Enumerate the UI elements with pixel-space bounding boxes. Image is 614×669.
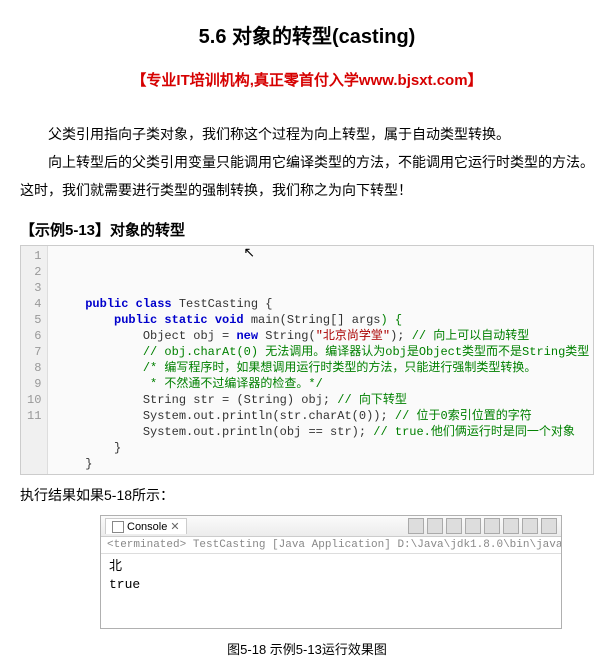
promo-banner: 【专业IT培训机构,真正零首付入学www.bjsxt.com】 [20,69,594,90]
example-label: 【示例5-13】对象的转型 [20,219,594,240]
paragraph-2: 向上转型后的父类引用变量只能调用它编译类型的方法，不能调用它运行时类型的方法。这… [20,148,594,204]
tool-icon-6[interactable] [503,518,519,534]
cursor-icon: ↖ [243,246,255,262]
code-block: 1234567891011 public class TestCasting {… [20,245,594,475]
page-title: 5.6 对象的转型(casting) [20,20,594,49]
tool-icon-1[interactable] [408,518,424,534]
console-status: <terminated> TestCasting [Java Applicati… [101,537,561,554]
tool-icon-7[interactable] [522,518,538,534]
code-gutter: 1234567891011 [21,246,48,474]
tool-icon-5[interactable] [484,518,500,534]
console-tab[interactable]: Console ✕ [105,518,187,534]
console-tab-label: Console [127,521,167,533]
tool-icon-8[interactable] [541,518,557,534]
paragraph-1: 父类引用指向子类对象，我们称这个过程为向上转型，属于自动类型转换。 [20,120,594,148]
console-icon [112,521,124,533]
console-panel: Console ✕ <terminated> TestCasting [Java… [100,515,562,629]
code-content: public class TestCasting { public static… [48,246,597,474]
close-icon[interactable]: ✕ [170,520,179,533]
console-toolbar [408,518,557,534]
tool-icon-2[interactable] [427,518,443,534]
figure-caption: 图5-18 示例5-13运行效果图 [20,639,594,658]
tool-icon-4[interactable] [465,518,481,534]
console-tabs: Console ✕ [101,516,561,537]
tool-icon-3[interactable] [446,518,462,534]
result-text: 执行结果如果5-18所示： [20,485,594,505]
console-output: 北true [101,554,561,628]
